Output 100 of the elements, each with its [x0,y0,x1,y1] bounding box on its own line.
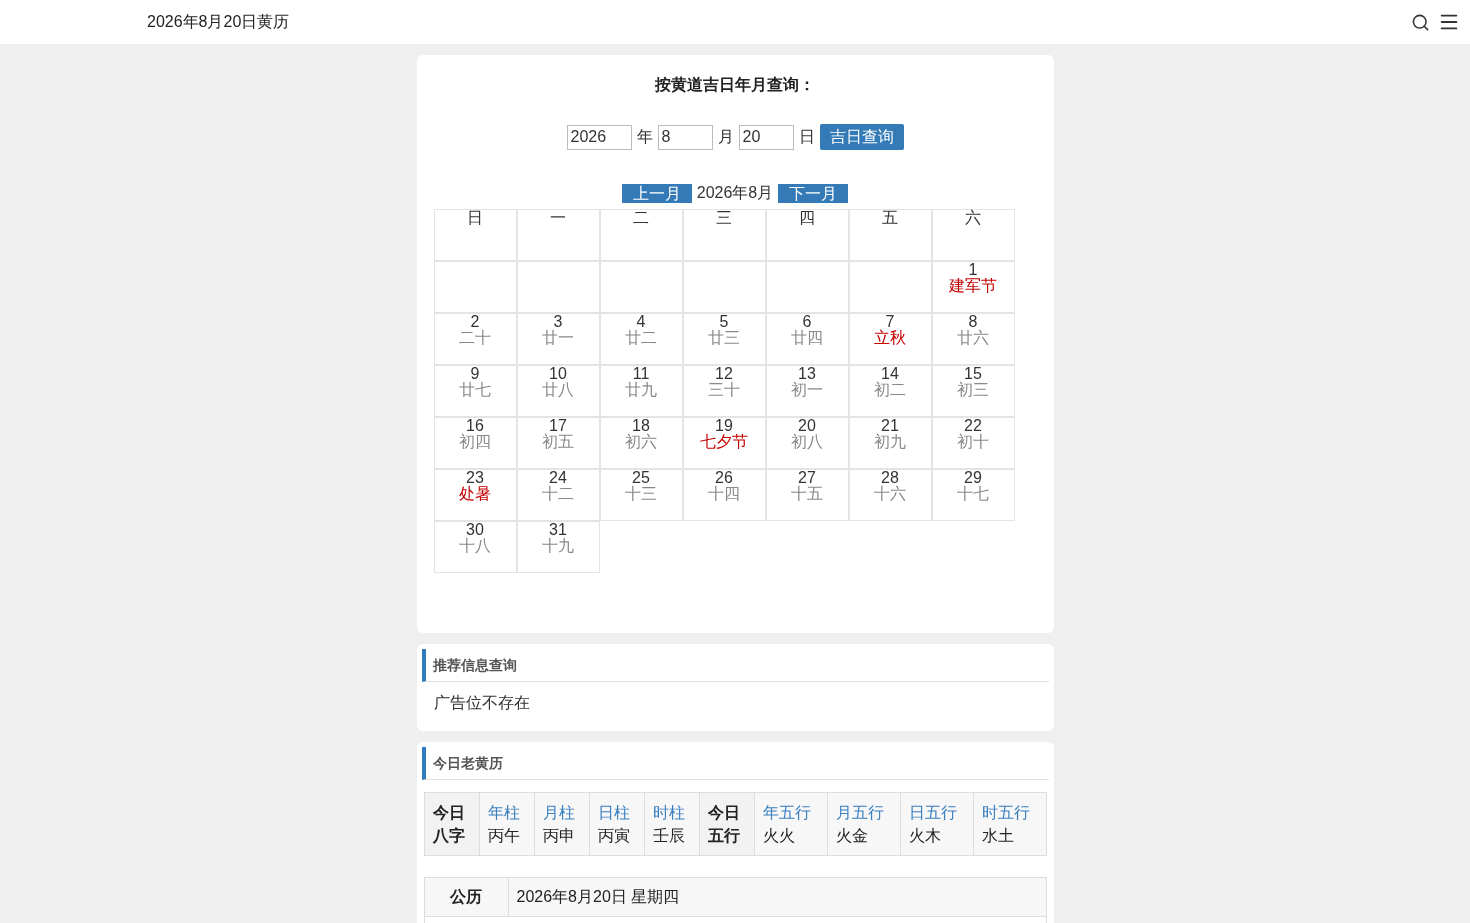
day-number: 9 [470,366,480,382]
day-cell[interactable]: 8 廿六 [931,313,1015,365]
day-cell[interactable]: 22 初十 [931,417,1015,469]
next-month-button[interactable]: 下一月 [778,183,849,203]
bazi-cell: 年五行 火火 [754,793,827,855]
lunar-date: 初一 [791,382,823,398]
bazi-cell: 月柱 丙申 [534,793,590,855]
day-cell[interactable]: 12 三十 [682,365,766,417]
lunar-date: 初九 [874,434,906,450]
query-title: 按黄道吉日年月查询： [655,76,815,93]
weekday-header: 二 [599,209,683,261]
day-cell[interactable]: 17 初五 [516,417,600,469]
day-number: 25 [632,470,650,486]
day-number: 8 [968,314,978,330]
weekday-header: 三 [682,209,766,261]
day-cell[interactable]: 21 初九 [848,417,932,469]
prev-month-button[interactable]: 上一月 [621,183,692,203]
lunar-date: 初八 [791,434,823,450]
day-cell[interactable]: 19 七夕节 [682,417,766,469]
day-cell[interactable]: 27 十五 [765,469,849,521]
day-cell[interactable]: 10 廿八 [516,365,600,417]
bazi-cell: 时五行 水土 [972,793,1046,855]
bazi-cell: 日柱 丙寅 [589,793,645,855]
day-number: 2 [470,314,480,330]
day-cell[interactable]: 3 廿一 [516,313,600,365]
day-number: 10 [549,366,567,382]
day-cell[interactable]: 6 廿四 [765,313,849,365]
day-cell[interactable]: 15 初三 [931,365,1015,417]
lunar-date: 十七 [957,486,989,502]
lunar-date: 初四 [459,434,491,450]
section-title: 推荐信息查询 [432,655,517,675]
day-cell[interactable]: 4 廿二 [599,313,683,365]
lunar-date: 初六 [625,434,657,450]
lunar-date: 立秋 [874,330,906,346]
day-cell[interactable]: 28 十六 [848,469,932,521]
day-cell[interactable]: 24 十二 [516,469,600,521]
day-cell[interactable]: 9 廿七 [433,365,517,417]
day-cell[interactable]: 26 十四 [682,469,766,521]
day-cell[interactable]: 7 立秋 [848,313,932,365]
month-unit: 月 [717,127,734,147]
lunar-date: 十六 [874,486,906,502]
day-number: 21 [881,418,899,434]
month-input[interactable]: 8 [657,124,713,150]
day-number: 6 [802,314,812,330]
day-number: 30 [466,522,484,538]
day-number: 3 [553,314,563,330]
day-number: 12 [715,366,733,382]
day-number: 29 [964,470,982,486]
day-number: 23 [466,470,484,486]
weekday-header: 五 [848,209,932,261]
page-title: 2026年8月20日黄历 [147,12,290,32]
search-icon[interactable] [1411,12,1430,32]
day-cell[interactable]: 16 初四 [433,417,517,469]
day-number: 17 [549,418,567,434]
bazi-cell: 日五行 火木 [899,793,973,855]
lunar-date: 十八 [459,538,491,554]
lunar-date: 初五 [542,434,574,450]
day-cell[interactable]: 23 处暑 [433,469,517,521]
day-number: 15 [964,366,982,382]
day-cell[interactable]: 14 初二 [848,365,932,417]
lunar-date: 建军节 [949,278,997,294]
bazi-cell: 今日 五行 [699,793,754,855]
day-number: 18 [632,418,650,434]
row-label: 公历 [424,878,509,916]
year-unit: 年 [636,127,653,147]
lunar-date: 廿八 [542,382,574,398]
search-button[interactable]: 吉日查询 [819,124,904,150]
day-number: 14 [881,366,899,382]
day-cell[interactable]: 11 廿九 [599,365,683,417]
lunar-date: 初三 [957,382,989,398]
day-cell[interactable]: 29 十七 [931,469,1015,521]
day-number: 1 [968,262,978,278]
weekday-header: 四 [765,209,849,261]
day-cell[interactable]: 2 二十 [433,313,517,365]
day-cell[interactable]: 20 初八 [765,417,849,469]
lunar-date: 十九 [542,538,574,554]
day-cell[interactable]: 18 初六 [599,417,683,469]
lunar-date: 廿七 [459,382,491,398]
day-cell[interactable]: 5 廿三 [682,313,766,365]
year-input[interactable]: 2026 [566,124,632,150]
bazi-cell: 今日 八字 [424,793,480,855]
day-input[interactable]: 20 [738,124,794,150]
lunar-date: 廿一 [542,330,574,346]
day-cell[interactable]: 25 十三 [599,469,683,521]
day-number: 24 [549,470,567,486]
bazi-cell: 年柱 丙午 [479,793,535,855]
ad-notice: 广告位不存在 [433,694,530,711]
day-number: 16 [466,418,484,434]
lunar-date: 初二 [874,382,906,398]
day-cell[interactable]: 31 十九 [516,521,600,573]
day-cell[interactable]: 1 建军节 [931,261,1015,313]
day-number: 31 [549,522,567,538]
day-number: 11 [632,366,650,382]
lunar-date: 廿九 [625,382,657,398]
day-cell[interactable]: 13 初一 [765,365,849,417]
day-number: 26 [715,470,733,486]
lunar-date: 十五 [791,486,823,502]
lunar-date: 三十 [708,382,740,398]
day-cell[interactable]: 30 十八 [433,521,517,573]
lunar-date: 七夕节 [700,434,748,450]
